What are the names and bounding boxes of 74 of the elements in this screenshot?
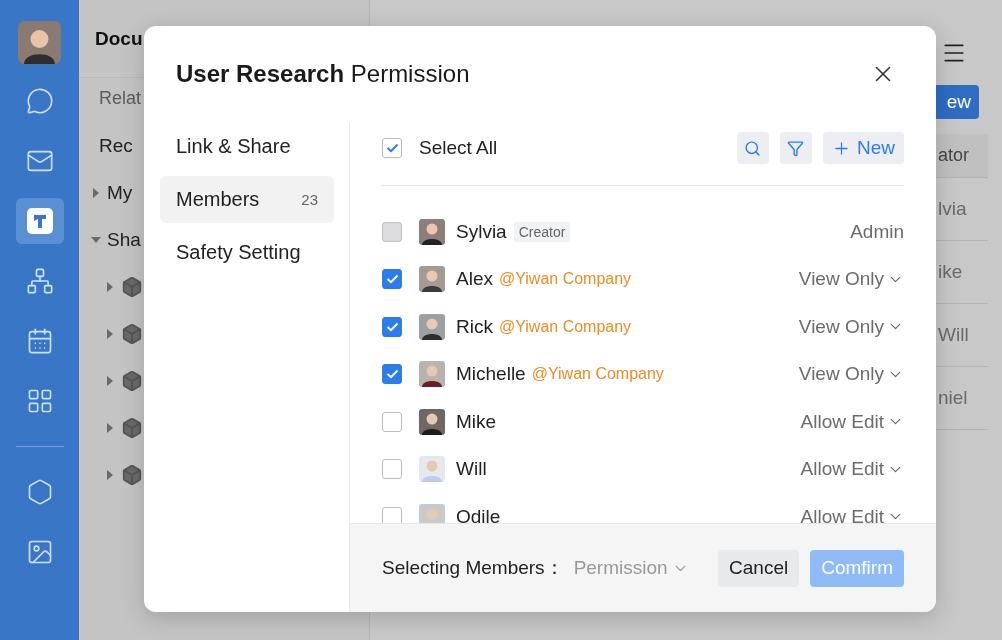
permission-label: Admin (850, 220, 904, 243)
new-member-button[interactable]: New (823, 132, 904, 164)
expand-icon[interactable] (105, 422, 115, 433)
avatar (419, 266, 445, 293)
permission-dropdown[interactable]: Allow Edit (800, 505, 904, 523)
expand-icon[interactable] (105, 281, 115, 292)
expand-icon[interactable] (105, 469, 115, 480)
section-label: Relat (98, 87, 143, 110)
avatar (419, 408, 445, 435)
expand-icon[interactable] (105, 375, 115, 386)
tree-item[interactable]: Rec (99, 134, 133, 157)
member-checkbox[interactable] (382, 269, 402, 290)
member-name: Rick (456, 315, 493, 338)
nav-label: Members (176, 188, 260, 211)
member-checkbox[interactable] (382, 459, 402, 480)
cube-icon (121, 369, 143, 392)
avatar (419, 313, 445, 340)
avatar (419, 456, 445, 483)
collapse-icon[interactable] (91, 234, 101, 245)
expand-icon[interactable] (105, 328, 115, 339)
check-icon (385, 143, 399, 153)
search-button[interactable] (737, 132, 769, 164)
member-name: Mike (456, 410, 497, 433)
cube-icon (121, 416, 143, 439)
table-cell: lvia (938, 198, 967, 220)
permission-dropdown[interactable]: View Only (798, 315, 904, 338)
expand-icon[interactable] (91, 187, 101, 198)
table-cell: Will (938, 324, 969, 346)
member-checkbox[interactable] (382, 364, 402, 385)
permission-dropdown[interactable]: Allow Edit (800, 458, 904, 481)
member-name: Will (456, 458, 487, 481)
avatar (419, 218, 445, 245)
search-icon (744, 139, 762, 157)
nav-tab[interactable]: Link & Share (160, 123, 334, 170)
company-label: @Yiwan Company (531, 365, 664, 384)
select-all-label: Select All (419, 137, 498, 159)
company-label: @Yiwan Company (498, 270, 632, 289)
member-name: Alex (456, 268, 493, 291)
cancel-button[interactable]: Cancel (718, 549, 800, 587)
avatar (419, 361, 445, 388)
member-name: Odile (456, 505, 501, 523)
filter-icon (787, 139, 805, 157)
member-name: Michelle (456, 363, 526, 386)
tree-item[interactable]: My (107, 181, 133, 204)
cube-icon (121, 322, 143, 345)
footer-label: Selecting Members： (382, 556, 564, 580)
select-all-checkbox[interactable] (382, 138, 402, 158)
table-cell: ike (938, 261, 963, 283)
dialog-title: User Research Permission (176, 60, 470, 88)
check-icon (385, 274, 399, 285)
table-cell: niel (938, 387, 968, 409)
nav-tab[interactable]: Members 23 (160, 176, 334, 223)
member-count: 23 (301, 191, 318, 208)
filter-button[interactable] (780, 132, 812, 164)
docs-icon[interactable] (15, 198, 64, 244)
member-checkbox[interactable] (382, 411, 402, 432)
nav-tab[interactable]: Safety Setting (160, 229, 334, 276)
member-checkbox[interactable] (382, 316, 402, 337)
role-tag: Creator (513, 221, 571, 242)
cube-icon (121, 463, 143, 486)
cube-icon (121, 275, 143, 298)
check-icon (385, 369, 399, 380)
tree-item[interactable]: Sha (107, 228, 141, 251)
panel-title: Docu (95, 27, 143, 50)
avatar (419, 503, 445, 523)
member-checkbox[interactable] (382, 506, 402, 523)
permission-dropdown[interactable]: View Only (798, 268, 904, 291)
company-label: @Yiwan Company (498, 317, 632, 336)
permission-dropdown[interactable]: Allow Edit (800, 410, 904, 433)
check-icon (385, 321, 399, 332)
member-name: Sylvia (456, 220, 507, 243)
column-header: ator (938, 145, 970, 166)
permission-dropdown[interactable]: View Only (798, 363, 904, 386)
user-avatar[interactable] (18, 21, 61, 64)
